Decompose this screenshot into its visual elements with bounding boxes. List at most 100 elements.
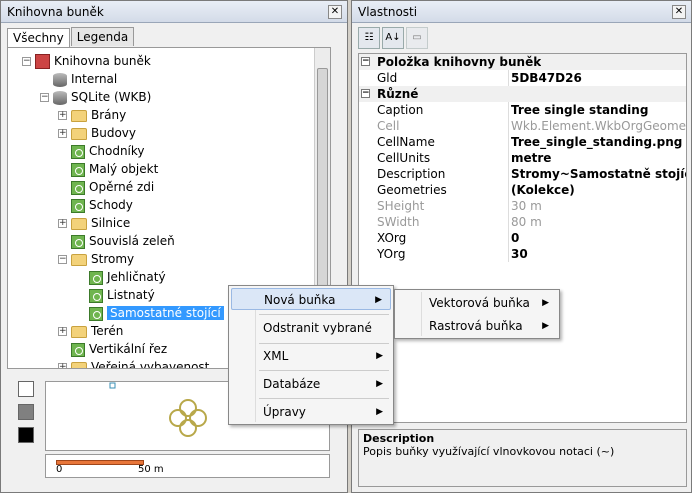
property-category[interactable]: − Různé [359,86,686,102]
tree-node-label: Jehličnatý [107,270,166,284]
property-value: Wkb.Element.WkbOrgGeometry [511,119,687,133]
menu-item-label: Databáze [263,377,321,391]
submenu: Vektorová buňka ▶ Rastrová buňka ▶ [394,289,560,339]
tree-node[interactable]: + Terén [58,322,123,340]
tree-node[interactable]: Internal [40,70,117,88]
swatch-black[interactable] [18,427,34,443]
tree-node[interactable]: + Silnice [58,214,130,232]
tree-node[interactable]: Vertikální řez [58,340,167,358]
collapse-icon[interactable]: − [22,57,31,66]
swatch-gray[interactable] [18,404,34,420]
tree-node-label: Chodníky [89,144,145,158]
tree-node-label: Samostatné stojící [107,306,224,320]
scale-start-label: 0 [56,464,63,475]
cell-icon [71,162,85,177]
menu-item-nova-bunka[interactable]: Nová buňka ▶ [231,288,391,310]
menu-item-odstranit-vybrane[interactable]: Odstranit vybrané [231,317,391,339]
tree-node[interactable]: Souvislá zeleň [58,232,175,250]
cell-icon [71,144,85,159]
menu-item-label: XML [263,349,289,363]
expand-icon[interactable]: + [58,129,67,138]
property-key: CellUnits [373,150,509,166]
property-row[interactable]: SWidth 80 m [359,214,686,230]
tree-node[interactable]: Opěrné zdi [58,178,154,196]
collapse-icon[interactable]: − [40,93,49,102]
folder-icon [71,325,87,338]
property-row[interactable]: Geometries (Kolekce) [359,182,686,198]
property-row[interactable]: CellName Tree_single_standing.png [359,134,686,150]
expand-icon[interactable]: + [58,327,67,336]
properties-title: Vlastnosti [358,5,418,19]
property-row[interactable]: Gld 5DB47D26 [359,70,686,86]
categorized-view-icon[interactable]: ☷ [358,27,380,49]
menu-item-vektorova-bunka[interactable]: Vektorová buňka ▶ [397,292,557,314]
menu-item-label: Nová buňka [264,293,336,307]
tree-node[interactable]: − Stromy [58,250,134,268]
close-icon[interactable]: ✕ [328,5,342,19]
sort-alphabetical-icon[interactable]: A↓ [382,27,404,49]
property-key: Cell [373,118,509,134]
expand-icon[interactable]: + [58,111,67,120]
menu-separator [259,370,389,371]
swatch-white[interactable] [18,381,34,397]
collapse-icon[interactable]: − [361,89,370,98]
tree-node[interactable]: Jehličnatý [76,268,166,286]
menu-item-upravy[interactable]: Úpravy ▶ [231,401,391,423]
property-value: 80 m [511,215,542,229]
tree-node[interactable]: Samostatné stojící [76,304,224,322]
property-row[interactable]: YOrg 30 [359,246,686,262]
scale-bar-fill [56,460,144,465]
property-row[interactable]: XOrg 0 [359,230,686,246]
collapse-icon[interactable]: − [361,57,370,66]
cell-library-titlebar: Knihovna buněk ✕ [1,1,347,23]
collapse-icon[interactable]: − [58,255,67,264]
property-row[interactable]: SHeight 30 m [359,198,686,214]
property-row[interactable]: CellUnits metre [359,150,686,166]
expand-icon[interactable]: + [58,219,67,228]
property-grid[interactable]: − Položka knihovny buněk Gld 5DB47D26− Různé… [358,53,687,423]
property-category[interactable]: − Položka knihovny buněk [359,54,686,70]
tree-node-label: Veřejná vybavenost [91,360,210,369]
tab-vsechny[interactable]: Všechny [7,28,70,47]
tree-node-label: Opěrné zdi [89,180,155,194]
chevron-right-icon: ▶ [542,298,549,308]
database-icon [53,72,67,87]
description-box: Description Popis buňky využívající vlno… [358,429,687,487]
menu-item-databaze[interactable]: Databáze ▶ [231,373,391,395]
tree-node[interactable]: Listnatý [76,286,155,304]
description-text: Popis buňky využívající vlnovkovou notac… [363,445,615,458]
tree-node-label: SQLite (WKB) [71,90,152,104]
cell-icon [71,198,85,213]
folder-icon [71,361,87,368]
menu-item-rastrova-bunka[interactable]: Rastrová buňka ▶ [397,315,557,337]
property-key: CellName [373,134,509,150]
close-icon[interactable]: ✕ [672,5,686,19]
tree-node-label: Listnatý [107,288,155,302]
property-key: Description [373,166,509,182]
tree-node[interactable]: Chodníky [58,142,145,160]
folder-icon [71,109,87,122]
tree-node[interactable]: Schody [58,196,133,214]
property-key: XOrg [373,230,509,246]
property-pages-icon[interactable]: ▭ [406,27,428,49]
folder-icon [71,127,87,140]
menu-item-xml[interactable]: XML ▶ [231,345,391,367]
folder-icon [71,217,87,230]
property-row[interactable]: Cell Wkb.Element.WkbOrgGeometry [359,118,686,134]
tab-legenda[interactable]: Legenda [70,27,135,46]
tree-node[interactable]: + Brány [58,106,126,124]
property-row[interactable]: Description Stromy~Samostatně stojící [359,166,686,182]
property-value: Stromy~Samostatně stojící [511,167,687,181]
tree-node[interactable]: + Budovy [58,124,136,142]
menu-item-label: Vektorová buňka [429,296,530,310]
property-row[interactable]: Caption Tree single standing [359,102,686,118]
tree-node[interactable]: − SQLite (WKB) [40,88,151,106]
tree-scrollbar-thumb[interactable] [317,68,328,298]
tree-node[interactable]: − Knihovna buněk [22,52,151,70]
tree-node[interactable]: + Veřejná vybavenost [58,358,210,369]
scale-end-label: 50 m [138,464,164,475]
menu-separator [259,398,389,399]
tree-node[interactable]: Malý objekt [58,160,158,178]
expand-icon[interactable]: + [58,363,67,368]
chevron-right-icon: ▶ [375,295,382,305]
